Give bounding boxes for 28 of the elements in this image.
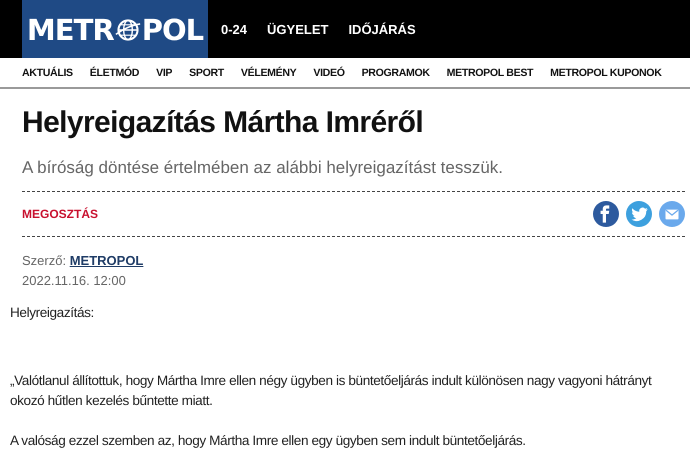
globe-icon: [114, 17, 141, 43]
top-link[interactable]: ÜGYELET: [267, 22, 328, 36]
author-link[interactable]: METROPOL: [70, 253, 144, 268]
share-label: MEGOSZTÁS: [22, 207, 98, 221]
author-label: Szerző:: [22, 253, 66, 268]
twitter-share-icon[interactable]: [626, 201, 652, 227]
facebook-share-icon[interactable]: [593, 201, 619, 227]
article-lead: A bíróság döntése értelmében az alábbi helyreigazítást tesszük.: [22, 157, 504, 179]
nav-item[interactable]: ÉLETMÓD: [90, 66, 140, 78]
top-link[interactable]: IDŐJÁRÁS: [348, 22, 416, 36]
nav-item[interactable]: VIDEÓ: [313, 66, 345, 78]
nav-item[interactable]: METROPOL BEST: [446, 66, 534, 78]
nav-item[interactable]: VIP: [156, 66, 172, 78]
publish-date: 2022.11.16. 12:00: [22, 272, 127, 290]
article-title: Helyreigazítás Mártha Imréről: [22, 105, 424, 141]
logo-text: POL: [142, 13, 204, 47]
logo-text: METR: [26, 13, 114, 47]
body-paragraph: A valóság ezzel szemben az, hogy Mártha Imre ellen egy ügyben sem indult büntetőeljárás.: [10, 432, 527, 450]
top-link[interactable]: 0-24: [221, 22, 248, 36]
email-share-icon[interactable]: [659, 201, 685, 227]
nav-item[interactable]: VÉLEMÉNY: [240, 66, 296, 78]
nav-item[interactable]: SPORT: [189, 66, 224, 78]
nav-item[interactable]: METROPOL KUPONOK: [550, 66, 662, 78]
site-logo[interactable]: METR POL: [22, 0, 208, 58]
body-paragraph: „Valótlanul állítottuk, hogy Mártha Imre ellen négy ügyben is büntetőeljárás indult különösen nagy vagyoni hátrányt okozó hűtlen kezelés bűntette miatt.: [10, 372, 653, 410]
nav-item[interactable]: PROGRAMOK: [362, 66, 430, 78]
nav-item[interactable]: AKTUÁLIS: [22, 66, 73, 78]
body-paragraph: Helyreigazítás:: [10, 304, 95, 322]
